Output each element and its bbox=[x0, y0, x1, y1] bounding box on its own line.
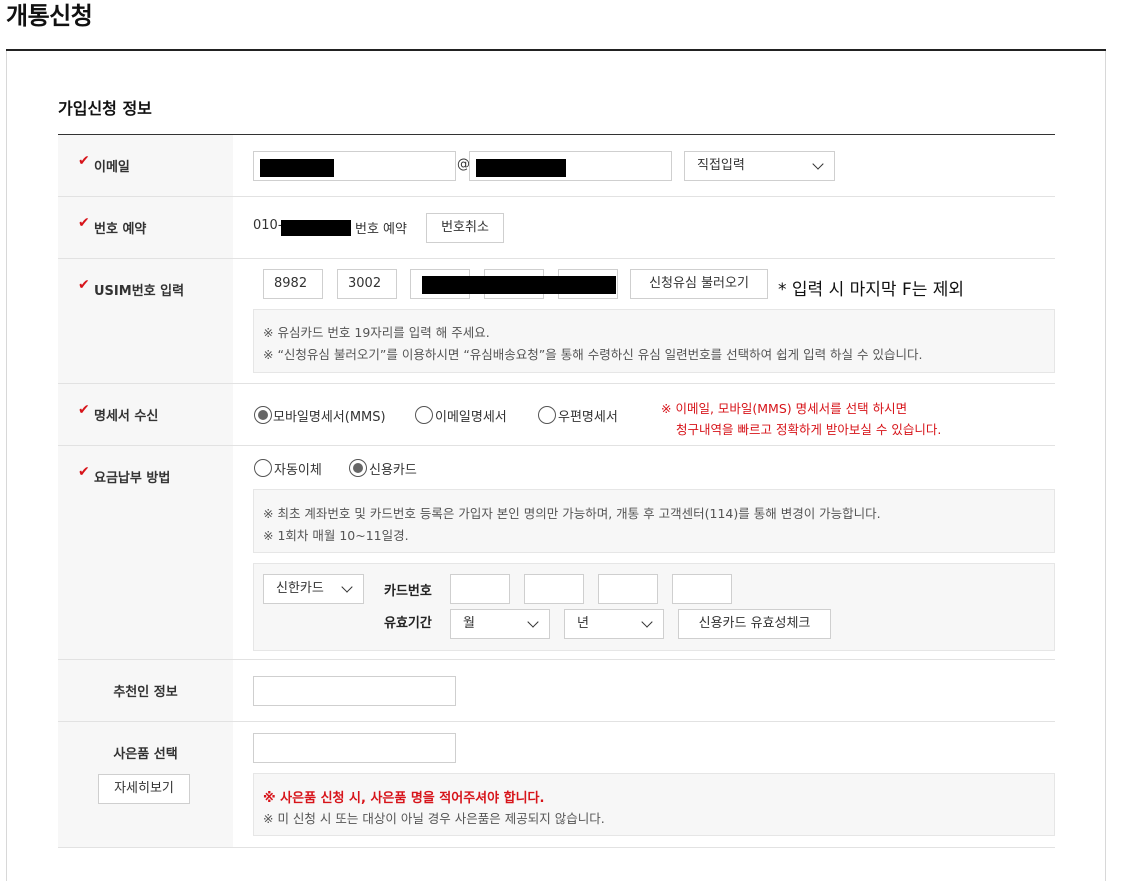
payment-note-2: ※ 1회차 매월 10~11일경. bbox=[263, 528, 409, 543]
section-title: 가입신청 정보 bbox=[58, 99, 152, 118]
card-number-label: 카드번호 bbox=[384, 584, 432, 599]
statement-email-radio[interactable] bbox=[415, 406, 433, 424]
number-reserve-row: ✔ 번호 예약 010- 번호 예약 번호취소 bbox=[58, 197, 1055, 259]
payment-note-1: ※ 최초 계좌번호 및 카드번호 등록은 가입자 본인 명의만 가능하며, 개통… bbox=[263, 506, 881, 521]
statement-notice-2: 청구내역을 빠르고 정확하게 받아보실 수 있습니다. bbox=[676, 422, 942, 437]
expiry-year-value: 년 bbox=[577, 616, 589, 631]
redacted-usim bbox=[422, 276, 616, 294]
gift-detail-button[interactable]: 자세히보기 bbox=[98, 774, 190, 804]
required-check-icon: ✔ bbox=[78, 277, 90, 293]
email-domain-select[interactable]: 직접입력 bbox=[684, 151, 835, 181]
usim-note-1: ※ 유심카드 번호 19자리를 입력 해 주세요. bbox=[263, 325, 490, 340]
card-validate-button[interactable]: 신용카드 유효성체크 bbox=[678, 609, 831, 639]
number-reserve-label: 번호 예약 bbox=[94, 222, 147, 237]
card-number-1[interactable] bbox=[450, 574, 510, 604]
payment-auto-label[interactable]: 자동이체 bbox=[274, 459, 322, 478]
usim-hint: * 입력 시 마지막 F는 제외 bbox=[778, 280, 965, 300]
label-cell: ✔ 이메일 bbox=[58, 135, 233, 196]
usim-note-box: ※ 유심카드 번호 19자리를 입력 해 주세요. ※ “신청유심 불러오기”를… bbox=[253, 309, 1055, 373]
statement-post-label[interactable]: 우편명세서 bbox=[558, 406, 618, 425]
redacted-block bbox=[476, 159, 566, 177]
email-domain-input[interactable] bbox=[469, 151, 672, 181]
expiry-year-select[interactable]: 년 bbox=[564, 609, 664, 639]
number-prefix: 010- bbox=[253, 218, 283, 233]
card-company-select[interactable]: 신한카드 bbox=[263, 574, 364, 604]
page-title: 개통신청 bbox=[6, 2, 93, 30]
statement-mms-radio[interactable] bbox=[254, 406, 272, 424]
statement-email-label[interactable]: 이메일명세서 bbox=[435, 406, 507, 425]
statement-notice-1: ※ 이메일, 모바일(MMS) 명세서를 선택 하시면 bbox=[661, 401, 908, 416]
card-number-4[interactable] bbox=[672, 574, 732, 604]
label-cell: ✔ 번호 예약 bbox=[58, 197, 233, 258]
chevron-down-icon bbox=[341, 581, 353, 593]
payment-card-radio[interactable] bbox=[349, 459, 367, 477]
chevron-down-icon bbox=[812, 158, 824, 170]
email-domain-select-value: 직접입력 bbox=[697, 158, 745, 173]
email-row: ✔ 이메일 @ 직접입력 bbox=[58, 135, 1055, 197]
usim-field-1[interactable]: 8982 bbox=[263, 269, 323, 299]
statement-mms-label[interactable]: 모바일명세서(MMS) bbox=[273, 406, 386, 425]
statement-label: 명세서 수신 bbox=[94, 409, 159, 424]
payment-label: 요금납부 방법 bbox=[94, 471, 171, 486]
form-panel: 가입신청 정보 ✔ 이메일 @ 직접입력 ✔ 번호 예약 010- 번호 예약 … bbox=[6, 51, 1106, 881]
expiry-month-select[interactable]: 월 bbox=[450, 609, 550, 639]
usim-row: ✔ USIM번호 입력 8982 3002 신청유심 불러오기 * 입력 시 마… bbox=[58, 259, 1055, 384]
number-cancel-button[interactable]: 번호취소 bbox=[426, 213, 504, 243]
redacted-block bbox=[260, 159, 334, 177]
gift-note-required: ※ 사은품 신청 시, 사은품 명을 적어주셔야 합니다. bbox=[263, 791, 545, 806]
required-check-icon: ✔ bbox=[78, 153, 90, 169]
email-id-input[interactable] bbox=[253, 151, 456, 181]
redacted-number bbox=[281, 220, 351, 236]
label-cell: ✔ 요금납부 방법 bbox=[58, 446, 233, 659]
gift-input[interactable] bbox=[253, 733, 456, 763]
required-check-icon: ✔ bbox=[78, 215, 90, 231]
payment-note-box: ※ 최초 계좌번호 및 카드번호 등록은 가입자 본인 명의만 가능하며, 개통… bbox=[253, 489, 1055, 553]
expiry-month-value: 월 bbox=[463, 616, 475, 631]
payment-auto-radio[interactable] bbox=[254, 459, 272, 477]
email-label: 이메일 bbox=[94, 160, 130, 175]
label-cell: ✔ USIM번호 입력 bbox=[58, 259, 233, 383]
payment-card-label[interactable]: 신용카드 bbox=[369, 459, 417, 478]
card-number-2[interactable] bbox=[524, 574, 584, 604]
referrer-row: 추천인 정보 bbox=[58, 660, 1055, 722]
required-check-icon: ✔ bbox=[78, 464, 90, 480]
card-company-select-value: 신한카드 bbox=[276, 581, 324, 596]
usim-label: USIM번호 입력 bbox=[94, 284, 185, 299]
payment-row: ✔ 요금납부 방법 자동이체 신용카드 ※ 최초 계좌번호 및 카드번호 등록은… bbox=[58, 446, 1055, 660]
gift-label: 사은품 선택 bbox=[113, 747, 178, 762]
gift-note-box: ※ 사은품 신청 시, 사은품 명을 적어주셔야 합니다. ※ 미 신청 시 또… bbox=[253, 773, 1055, 836]
label-cell: 사은품 선택 자세히보기 bbox=[58, 722, 233, 847]
load-usim-button[interactable]: 신청유심 불러오기 bbox=[630, 269, 768, 299]
statement-post-radio[interactable] bbox=[538, 406, 556, 424]
chevron-down-icon bbox=[641, 616, 653, 628]
statement-row: ✔ 명세서 수신 모바일명세서(MMS) 이메일명세서 우편명세서 ※ 이메일,… bbox=[58, 384, 1055, 446]
label-cell: 추천인 정보 bbox=[58, 660, 233, 721]
gift-note: ※ 미 신청 시 또는 대상이 아닐 경우 사은품은 제공되지 않습니다. bbox=[263, 811, 605, 826]
usim-field-2[interactable]: 3002 bbox=[337, 269, 397, 299]
gift-row: 사은품 선택 자세히보기 ※ 사은품 신청 시, 사은품 명을 적어주셔야 합니… bbox=[58, 722, 1055, 848]
referrer-label: 추천인 정보 bbox=[113, 685, 178, 700]
usim-note-2: ※ “신청유심 불러오기”를 이용하시면 “유심배송요청”을 통해 수령하신 유… bbox=[263, 347, 923, 362]
number-reserve-suffix: 번호 예약 bbox=[355, 222, 407, 237]
label-cell: ✔ 명세서 수신 bbox=[58, 384, 233, 445]
required-check-icon: ✔ bbox=[78, 402, 90, 418]
referrer-input[interactable] bbox=[253, 676, 456, 706]
chevron-down-icon bbox=[527, 616, 539, 628]
expiry-label: 유효기간 bbox=[384, 616, 432, 631]
card-info-box: 신한카드 카드번호 유효기간 월 년 신용카드 유효성체크 bbox=[253, 563, 1055, 651]
card-number-3[interactable] bbox=[598, 574, 658, 604]
